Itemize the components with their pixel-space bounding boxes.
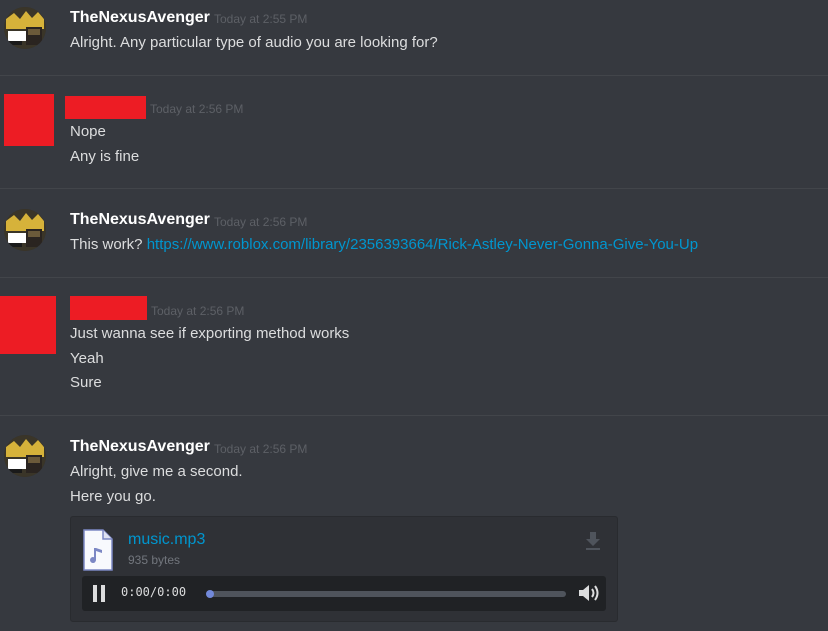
username[interactable]: TheNexusAvenger bbox=[70, 438, 210, 456]
message-text: Sure bbox=[70, 374, 102, 391]
time-total: 0:00 bbox=[157, 585, 187, 599]
message-text: Here you go. bbox=[70, 488, 156, 505]
roblox-link[interactable]: https://www.roblox.com/library/235639366… bbox=[147, 236, 698, 253]
username[interactable]: TheNexusAvenger bbox=[70, 211, 210, 229]
redacted-username bbox=[70, 296, 147, 320]
avatar[interactable] bbox=[4, 7, 46, 49]
avatar-image bbox=[4, 435, 46, 477]
avatar[interactable] bbox=[4, 209, 46, 251]
progress-bar[interactable] bbox=[206, 590, 566, 598]
timestamp: Today at 2:55 PM bbox=[214, 12, 308, 26]
timestamp: Today at 2:56 PM bbox=[150, 102, 244, 116]
message-text: Nope bbox=[70, 123, 106, 140]
divider bbox=[0, 188, 828, 189]
file-name-link[interactable]: music.mp3 bbox=[128, 531, 205, 549]
username[interactable]: TheNexusAvenger bbox=[70, 9, 210, 27]
file-size: 935 bytes bbox=[128, 553, 181, 567]
volume-icon[interactable] bbox=[578, 583, 600, 608]
message-text: This work? https://www.roblox.com/librar… bbox=[70, 236, 698, 253]
message-text: Alright. Any particular type of audio yo… bbox=[70, 34, 438, 51]
audio-file-icon bbox=[83, 529, 113, 576]
timestamp: Today at 2:56 PM bbox=[214, 442, 308, 456]
message-text: Any is fine bbox=[70, 148, 140, 165]
avatar[interactable] bbox=[4, 435, 46, 477]
pause-icon[interactable] bbox=[92, 585, 106, 607]
time-display: 0:00/0:00 bbox=[121, 585, 186, 599]
message-text: Just wanna see if exporting method works bbox=[70, 325, 350, 342]
timestamp: Today at 2:56 PM bbox=[151, 304, 245, 318]
audio-attachment: music.mp3 935 bytes 0:00/0:00 bbox=[70, 516, 618, 622]
divider bbox=[0, 75, 828, 76]
progress-knob[interactable] bbox=[206, 590, 214, 598]
redacted-username bbox=[65, 96, 146, 119]
redacted-avatar bbox=[4, 94, 54, 146]
time-current: 0:00 bbox=[121, 585, 150, 599]
download-icon[interactable] bbox=[583, 531, 603, 556]
timestamp: Today at 2:56 PM bbox=[214, 215, 308, 229]
avatar-image bbox=[4, 7, 46, 49]
divider bbox=[0, 277, 828, 278]
message-text: Alright, give me a second. bbox=[70, 463, 243, 480]
avatar-image bbox=[4, 209, 46, 251]
message-prefix: This work? bbox=[70, 236, 143, 253]
divider bbox=[0, 415, 828, 416]
redacted-avatar bbox=[0, 296, 56, 354]
audio-player: 0:00/0:00 bbox=[82, 576, 606, 611]
message-text: Yeah bbox=[70, 350, 104, 367]
